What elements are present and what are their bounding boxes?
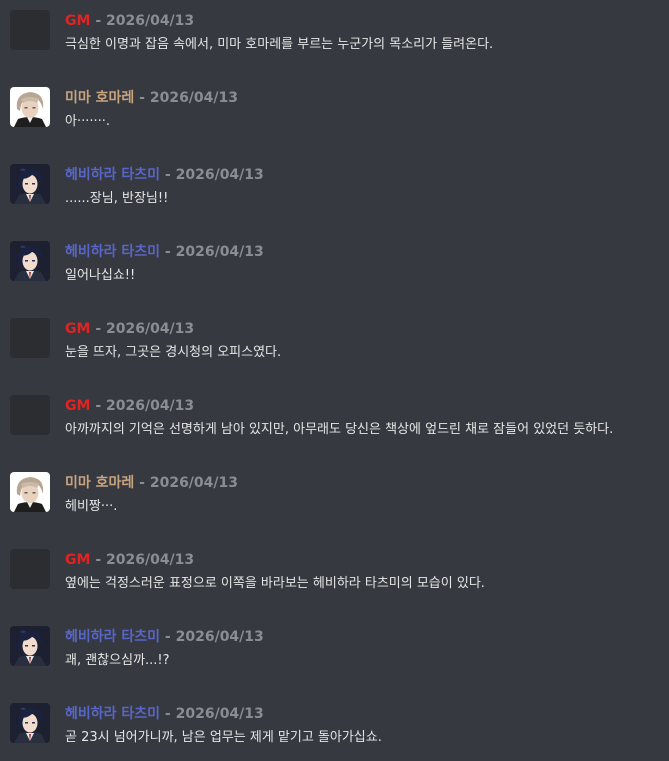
message-header: 헤비하라 타츠미 - 2026/04/13 <box>65 704 264 724</box>
chat-message: GM - 2026/04/13 눈을 뜨자, 그곳은 경시청의 오피스였다. <box>0 308 669 368</box>
chat-message: GM - 2026/04/13 극심한 이명과 잡음 속에서, 미마 호마레를 … <box>0 0 669 60</box>
author-name[interactable]: 헤비하라 타츠미 <box>65 706 160 722</box>
blank-avatar[interactable] <box>10 549 50 589</box>
hebihara-avatar[interactable] <box>10 703 50 743</box>
timestamp: 2026/04/13 <box>175 167 264 183</box>
chat-message: 헤비하라 타츠미 - 2026/04/13 곧 23시 넘어가니까, 남은 업무… <box>0 693 669 753</box>
separator: - <box>164 244 171 260</box>
chat-message: GM - 2026/04/13 옆에는 걱정스러운 표정으로 이쪽을 바라보는 … <box>0 539 669 599</box>
author-name[interactable]: 헤비하라 타츠미 <box>65 167 160 183</box>
timestamp: 2026/04/13 <box>106 398 195 414</box>
message-text: ......장님, 반장님!! <box>65 191 169 206</box>
blank-avatar[interactable] <box>10 395 50 435</box>
separator: - <box>139 90 145 106</box>
message-header: 헤비하라 타츠미 - 2026/04/13 <box>65 627 264 647</box>
author-name[interactable]: GM <box>65 13 90 29</box>
separator: - <box>95 398 102 414</box>
message-text: 일어나십쇼!! <box>65 268 136 283</box>
blank-avatar[interactable] <box>10 10 50 50</box>
chat-message: GM - 2026/04/13 아까까지의 기억은 선명하게 남아 있지만, 아… <box>0 385 669 445</box>
hebihara-avatar[interactable] <box>10 626 50 666</box>
message-text: 옆에는 걱정스러운 표정으로 이쪽을 바라보는 헤비하라 타츠미의 모습이 있다… <box>65 576 485 591</box>
message-text: 아·······. <box>65 114 111 129</box>
message-text: 헤비짱···. <box>65 499 118 514</box>
message-text: 곧 23시 넘어가니까, 남은 업무는 제게 맡기고 돌아가십쇼. <box>65 730 382 745</box>
message-text: 눈을 뜨자, 그곳은 경시청의 오피스였다. <box>65 345 282 360</box>
timestamp: 2026/04/13 <box>175 629 264 645</box>
separator: - <box>95 13 102 29</box>
separator: - <box>95 552 102 568</box>
timestamp: 2026/04/13 <box>175 244 264 260</box>
message-header: 미마 호마레 - 2026/04/13 <box>65 473 238 493</box>
timestamp: 2026/04/13 <box>106 552 195 568</box>
author-name[interactable]: GM <box>65 398 90 414</box>
author-name[interactable]: 미마 호마레 <box>65 475 134 491</box>
author-name[interactable]: GM <box>65 552 90 568</box>
blank-avatar[interactable] <box>10 318 50 358</box>
separator: - <box>139 475 145 491</box>
author-name[interactable]: 헤비하라 타츠미 <box>65 244 160 260</box>
chat-message: 헤비하라 타츠미 - 2026/04/13 일어나십쇼!! <box>0 231 669 291</box>
chat-message: 헤비하라 타츠미 - 2026/04/13 괘, 괜찮으심까...!? <box>0 616 669 676</box>
message-text: 아까까지의 기억은 선명하게 남아 있지만, 아무래도 당신은 책상에 엎드린 … <box>65 422 614 437</box>
message-text: 괘, 괜찮으심까...!? <box>65 653 170 668</box>
author-name[interactable]: 미마 호마레 <box>65 90 134 106</box>
mima-avatar[interactable] <box>10 472 50 512</box>
chat-message: 미마 호마레 - 2026/04/13 아·······. <box>0 77 669 137</box>
author-name[interactable]: GM <box>65 321 90 337</box>
hebihara-avatar[interactable] <box>10 164 50 204</box>
message-text: 극심한 이명과 잡음 속에서, 미마 호마레를 부르는 누군가의 목소리가 들려… <box>65 37 494 52</box>
separator: - <box>164 706 171 722</box>
message-header: GM - 2026/04/13 <box>65 550 194 570</box>
timestamp: 2026/04/13 <box>149 475 238 491</box>
separator: - <box>95 321 102 337</box>
hebihara-avatar[interactable] <box>10 241 50 281</box>
separator: - <box>164 629 171 645</box>
message-header: 헤비하라 타츠미 - 2026/04/13 <box>65 242 264 262</box>
separator: - <box>164 167 171 183</box>
timestamp: 2026/04/13 <box>175 706 264 722</box>
message-header: GM - 2026/04/13 <box>65 319 194 339</box>
chat-log: GM - 2026/04/13 극심한 이명과 잡음 속에서, 미마 호마레를 … <box>0 0 669 761</box>
chat-message: 헤비하라 타츠미 - 2026/04/13 ......장님, 반장님!! <box>0 154 669 214</box>
message-header: GM - 2026/04/13 <box>65 11 194 31</box>
message-header: GM - 2026/04/13 <box>65 396 194 416</box>
mima-avatar[interactable] <box>10 87 50 127</box>
message-header: 미마 호마레 - 2026/04/13 <box>65 88 238 108</box>
timestamp: 2026/04/13 <box>106 321 195 337</box>
author-name[interactable]: 헤비하라 타츠미 <box>65 629 160 645</box>
timestamp: 2026/04/13 <box>149 90 238 106</box>
message-header: 헤비하라 타츠미 - 2026/04/13 <box>65 165 264 185</box>
timestamp: 2026/04/13 <box>106 13 195 29</box>
chat-message: 미마 호마레 - 2026/04/13 헤비짱···. <box>0 462 669 522</box>
